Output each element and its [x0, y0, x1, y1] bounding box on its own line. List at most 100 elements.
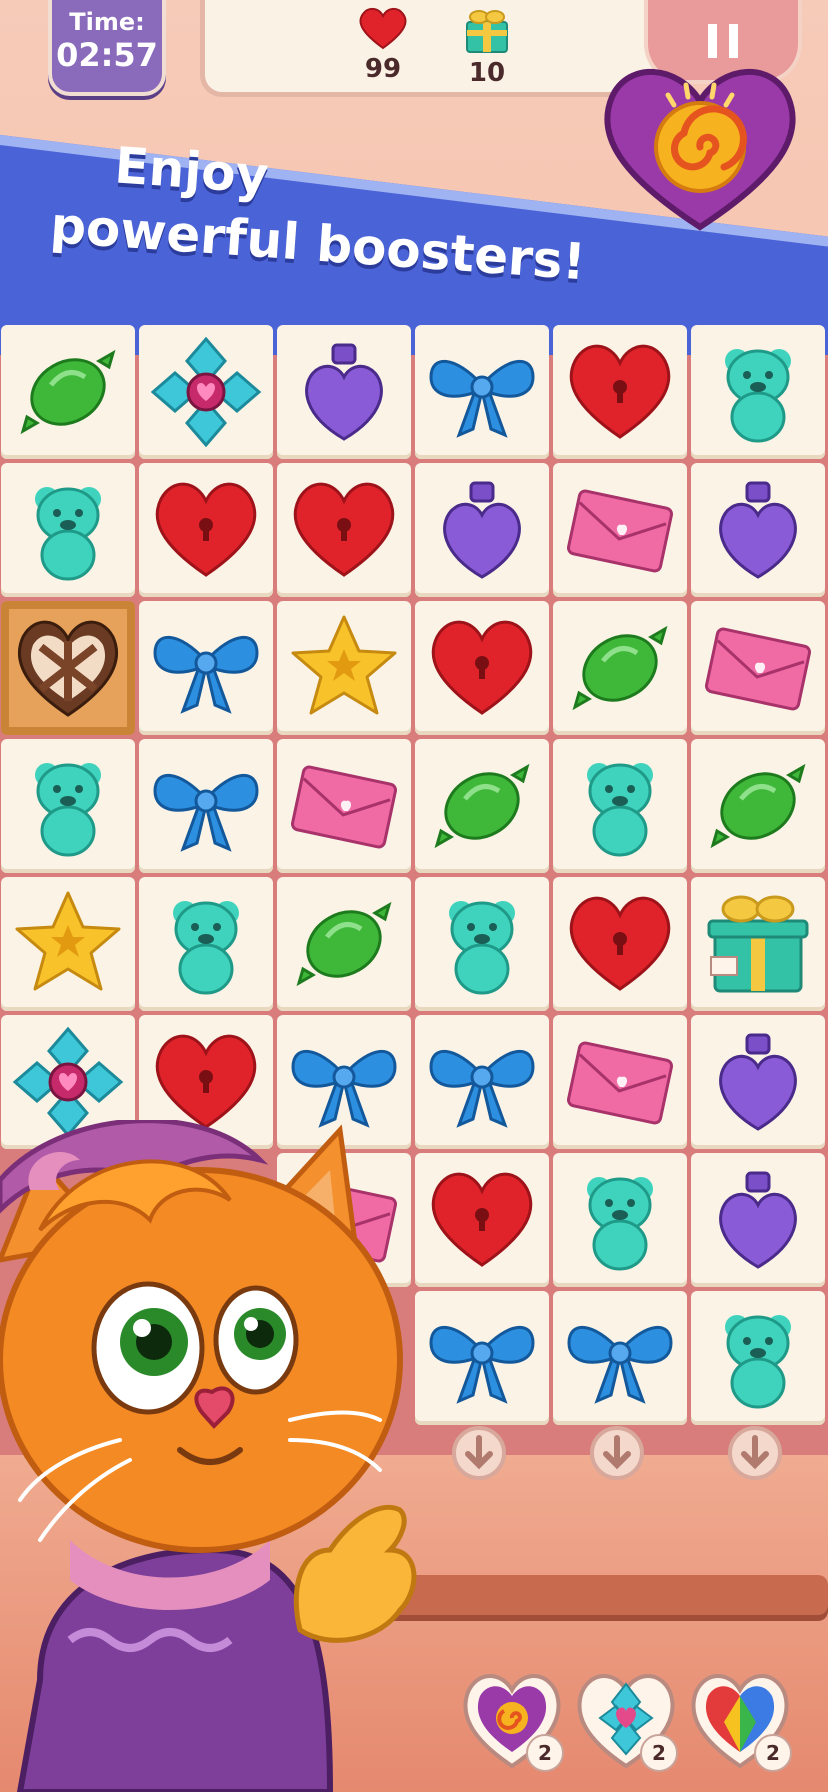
board-tile[interactable] — [415, 1015, 549, 1149]
heart-piece-icon — [155, 482, 257, 577]
gem-piece-icon — [150, 336, 262, 448]
board-tile[interactable] — [553, 1291, 687, 1425]
bow-piece-icon — [429, 1050, 535, 1128]
heart-icon — [359, 8, 407, 50]
bow-piece-icon — [429, 1326, 535, 1404]
booster-count: 2 — [526, 1734, 564, 1772]
board-tile[interactable] — [139, 463, 273, 597]
heart-piece-icon — [569, 896, 671, 991]
board-tile[interactable] — [1, 325, 135, 459]
bear-piece-icon — [587, 1177, 653, 1271]
candy-piece-icon — [296, 901, 392, 987]
bear-piece-icon — [587, 763, 653, 857]
board-tile[interactable] — [415, 463, 549, 597]
envelope-piece-icon — [566, 1041, 674, 1125]
bear-piece-icon — [35, 487, 101, 581]
goal-gifts-count: 10 — [468, 58, 506, 88]
potion-piece-icon — [719, 1033, 797, 1131]
board-tile[interactable] — [277, 601, 411, 735]
board-tile[interactable] — [691, 463, 825, 597]
envelope-piece-icon — [704, 627, 812, 711]
board-tile[interactable] — [1, 601, 135, 735]
board-tile[interactable] — [691, 739, 825, 873]
bow-piece-icon — [567, 1326, 673, 1404]
potion-piece-icon — [719, 1171, 797, 1269]
potion-piece-icon — [719, 481, 797, 579]
bow-piece-icon — [429, 360, 535, 438]
heart-piece-icon — [293, 482, 395, 577]
board-tile[interactable] — [277, 739, 411, 873]
timer-label: Time: — [69, 8, 145, 36]
board-tile[interactable] — [691, 1015, 825, 1149]
star-piece-icon — [15, 891, 121, 991]
choco-piece-icon — [18, 620, 118, 717]
candy-piece-icon — [572, 625, 668, 711]
heart-piece-icon — [431, 620, 533, 715]
board-tile[interactable] — [553, 877, 687, 1011]
board-tile[interactable] — [415, 739, 549, 873]
board-tile[interactable] — [139, 877, 273, 1011]
board-tile[interactable] — [277, 877, 411, 1011]
bear-piece-icon — [35, 763, 101, 857]
swirl-heart-booster-icon — [604, 69, 796, 231]
board-tile[interactable] — [415, 1153, 549, 1287]
candy-piece-icon — [20, 349, 116, 435]
board-tile[interactable] — [1, 877, 135, 1011]
board-tile[interactable] — [691, 1153, 825, 1287]
board-tile[interactable] — [277, 463, 411, 597]
board-tile[interactable] — [553, 739, 687, 873]
board-tile[interactable] — [139, 739, 273, 873]
board-tile[interactable] — [277, 325, 411, 459]
bear-piece-icon — [449, 901, 515, 995]
board-tile[interactable] — [139, 325, 273, 459]
board-tile[interactable] — [1, 739, 135, 873]
pause-icon — [708, 24, 738, 58]
goal-hearts: 99 — [343, 6, 423, 84]
booster-count: 2 — [640, 1734, 678, 1772]
board-tile[interactable] — [691, 601, 825, 735]
booster-swirl-heart[interactable]: 2 — [456, 1662, 568, 1774]
gift-icon — [466, 10, 508, 53]
goal-gifts: 10 — [447, 6, 527, 88]
board-tile[interactable] — [553, 463, 687, 597]
board-tile[interactable] — [691, 877, 825, 1011]
board-tile[interactable] — [1, 463, 135, 597]
candy-piece-icon — [434, 763, 530, 849]
board-tile[interactable] — [691, 325, 825, 459]
potion-piece-icon — [443, 481, 521, 579]
potion-piece-icon — [305, 343, 383, 441]
timer-panel: Time: 02:57 — [48, 0, 166, 96]
arrow-down-icon — [741, 1435, 769, 1470]
booster-gem-heart[interactable]: 2 — [570, 1662, 682, 1774]
goal-hearts-count: 99 — [364, 54, 402, 84]
board-tile[interactable] — [553, 1015, 687, 1149]
envelope-piece-icon — [290, 765, 398, 849]
board-tile[interactable] — [415, 1291, 549, 1425]
drop-arrow-col5 — [590, 1426, 644, 1480]
star-piece-icon — [291, 615, 397, 715]
heart-piece-icon — [431, 1172, 533, 1267]
gift-piece-icon — [707, 895, 809, 993]
envelope-piece-icon — [566, 489, 674, 573]
board-tile[interactable] — [553, 325, 687, 459]
arrow-down-icon — [465, 1435, 493, 1470]
heart-piece-icon — [569, 344, 671, 439]
board-tile[interactable] — [553, 601, 687, 735]
bear-piece-icon — [725, 1315, 791, 1409]
cat-mascot — [0, 1120, 417, 1792]
board-tile[interactable] — [415, 877, 549, 1011]
board-tile[interactable] — [553, 1153, 687, 1287]
bow-piece-icon — [153, 774, 259, 852]
timer-value: 02:57 — [56, 36, 158, 74]
arrow-down-icon — [603, 1435, 631, 1470]
drop-arrow-col6 — [728, 1426, 782, 1480]
board-tile[interactable] — [139, 601, 273, 735]
drop-arrow-col4 — [452, 1426, 506, 1480]
board-tile[interactable] — [415, 325, 549, 459]
board-tile[interactable] — [415, 601, 549, 735]
booster-rainbow-heart[interactable]: 2 — [684, 1662, 796, 1774]
bear-piece-icon — [725, 349, 791, 443]
candy-piece-icon — [710, 763, 806, 849]
bear-piece-icon — [173, 901, 239, 995]
board-tile[interactable] — [691, 1291, 825, 1425]
